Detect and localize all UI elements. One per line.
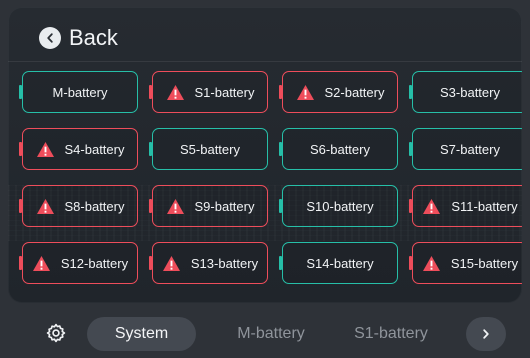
battery-card-s14[interactable]: S14-battery [279,242,398,284]
battery-cap-icon [149,142,152,156]
battery-label: S3-battery [440,84,500,100]
chevron-right-icon [483,329,489,339]
battery-card-s6[interactable]: S6-battery [279,128,398,170]
battery-card-s11[interactable]: S11-battery [409,185,522,227]
battery-cap-icon [279,199,282,213]
battery-cap-icon [19,256,22,270]
battery-cap-icon [19,142,22,156]
battery-cap-icon [19,199,22,213]
battery-card-s4[interactable]: S4-battery [19,128,138,170]
battery-card-s1[interactable]: S1-battery [149,71,268,113]
battery-label: S2-battery [324,84,385,100]
battery-card-s15[interactable]: S15-battery [409,242,522,284]
battery-label: S5-battery [180,141,240,157]
battery-cap-icon [409,256,412,270]
tab-s1-battery[interactable]: S1-battery [340,317,442,351]
back-label: Back [69,25,118,50]
tab-s1-battery-label: S1-battery [354,325,428,342]
battery-card-s12[interactable]: S12-battery [19,242,138,284]
battery-label: S9-battery [194,198,255,214]
bottom-navigation: System M-battery S1-battery [0,309,530,358]
battery-label: S6-battery [310,141,370,157]
battery-card-s2[interactable]: S2-battery [279,71,398,113]
battery-label: S13-battery [190,255,259,271]
next-tab-button[interactable] [466,317,506,351]
warning-triangle-icon [166,198,184,214]
chevron-left-icon [39,27,61,49]
battery-card-s9[interactable]: S9-battery [149,185,268,227]
battery-label: S1-battery [194,84,255,100]
battery-card-s10[interactable]: S10-battery [279,185,398,227]
warning-triangle-icon [166,84,184,100]
battery-cap-icon [279,256,282,270]
back-button[interactable]: Back [39,25,118,51]
battery-label: S14-battery [306,255,374,271]
tab-system[interactable]: System [87,317,196,351]
battery-label: S10-battery [306,198,374,214]
tab-m-battery-label: M-battery [237,325,305,342]
battery-cap-icon [19,85,22,99]
battery-grid: M-battery S1-battery S2-battery S3-batte… [19,71,522,284]
warning-triangle-icon [296,84,314,100]
battery-label: M-battery [52,84,108,100]
panel-header: Back [8,7,522,62]
tab-system-label: System [114,325,169,342]
warning-triangle-icon [36,198,54,214]
battery-panel: Back M-battery S1-battery S2-battery S3-… [8,7,522,303]
battery-label: S8-battery [64,198,125,214]
battery-cap-icon [279,142,282,156]
warning-triangle-icon [422,255,440,271]
battery-card-s13[interactable]: S13-battery [149,242,268,284]
warning-triangle-icon [36,141,54,157]
battery-label: S7-battery [440,141,500,157]
tab-m-battery[interactable]: M-battery [222,317,320,351]
battery-cap-icon [149,85,152,99]
battery-cap-icon [279,85,282,99]
warning-triangle-icon [162,255,180,271]
warning-triangle-icon [423,198,441,214]
battery-cap-icon [409,199,412,213]
battery-card-m[interactable]: M-battery [19,71,138,113]
battery-cap-icon [409,85,412,99]
battery-cap-icon [149,256,152,270]
battery-cap-icon [409,142,412,156]
battery-card-s5[interactable]: S5-battery [149,128,268,170]
battery-label: S11-battery [451,198,518,214]
battery-card-s3[interactable]: S3-battery [409,71,522,113]
battery-label: S15-battery [450,255,519,271]
battery-card-s7[interactable]: S7-battery [409,128,522,170]
battery-status-screen: Back M-battery S1-battery S2-battery S3-… [0,0,530,358]
battery-label: S4-battery [64,141,125,157]
battery-label: S12-battery [60,255,129,271]
settings-icon [46,323,66,343]
battery-card-s8[interactable]: S8-battery [19,185,138,227]
settings-button[interactable] [45,322,67,344]
warning-triangle-icon [32,255,50,271]
battery-cap-icon [149,199,152,213]
